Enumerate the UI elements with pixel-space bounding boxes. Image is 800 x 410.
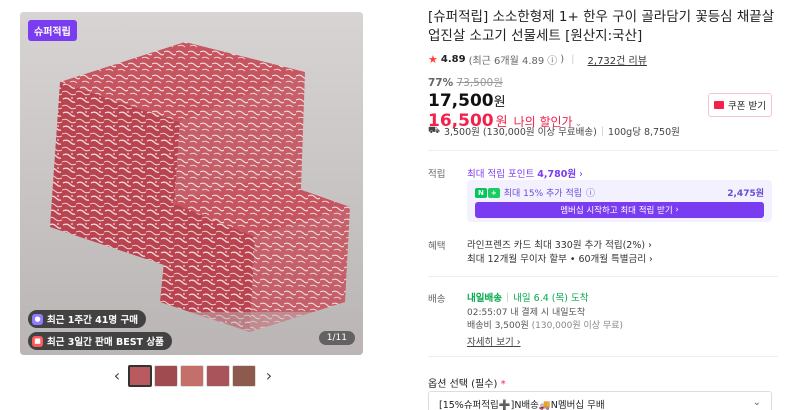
user-icon: ●: [32, 313, 43, 325]
plus-text: 최대 15% 추가 적립: [503, 189, 583, 199]
installment-benefit-link[interactable]: 최대 12개월 무이자 할부 • 60개월 특별금리 ›: [467, 251, 653, 265]
divider: [428, 356, 778, 357]
info-icon[interactable]: ⓘ: [586, 186, 595, 199]
divider: |: [571, 54, 575, 65]
points-label: 적립: [428, 169, 446, 180]
thumbnail-4[interactable]: [206, 365, 230, 387]
product-main-image[interactable]: 슈퍼적립 ● 최근 1주간 41명 구매 ■ 최근 3일간 판매 BEST 상품…: [20, 12, 363, 355]
delivery-date: 내일 6.4 (목) 도착: [513, 293, 589, 304]
benefits-label: 혜택: [428, 241, 446, 252]
delivery-cutoff: 02:55:07 내 결제 시 내일도착: [467, 308, 586, 318]
coupon-icon: [714, 101, 724, 109]
coupon-button[interactable]: 쿠폰 받기: [708, 93, 772, 117]
rating-score: 4.89: [440, 54, 466, 65]
delivery-label: 배송: [428, 294, 446, 305]
best-seller-pill: ■ 최근 3일간 판매 BEST 상품: [28, 332, 172, 350]
naver-plus-logo: N: [475, 187, 487, 198]
original-price: 73,500원: [456, 77, 503, 89]
delivery-fee: 배송비 3,500원 (130,000원 이상 무료): [467, 321, 623, 331]
chevron-left-icon[interactable]: ‹: [110, 366, 124, 385]
image-counter: 1/11: [318, 331, 355, 345]
plus-amount: 2,475원: [727, 189, 764, 199]
thumbnail-5[interactable]: [232, 365, 256, 387]
option-selected: [15%슈퍼적립➕]N배송🚚N멤버십 무배: [439, 400, 605, 410]
chevron-down-icon: ⌄: [752, 397, 761, 408]
thumbnail-strip: [128, 365, 256, 387]
chevron-right-icon[interactable]: ›: [262, 366, 276, 385]
divider: [428, 150, 778, 151]
thumbnail-3[interactable]: [180, 365, 204, 387]
discount-percent: 77%: [428, 77, 454, 89]
product-title: [슈퍼적립] 소소한형제 1+ 한우 구이 골라담기 꽃등심 채끝살 업진살 소…: [428, 9, 775, 44]
gift-icon: ■: [32, 335, 43, 347]
required-mark: *: [500, 379, 506, 390]
shipping-info: ⛟ 3,500원 (130,000원 이상 무료배송) | 100g당 8,75…: [428, 125, 680, 138]
delivery-row: 내일배송 | 내일 6.4 (목) 도착: [467, 291, 589, 305]
discount-row: 77% 73,500원: [428, 75, 788, 90]
unit-price: 100g당 8,750원: [608, 127, 680, 138]
thumbnail-2[interactable]: [154, 365, 178, 387]
truck-icon: ⛟: [428, 125, 440, 136]
beef-photo: [20, 12, 363, 355]
membership-box: N + 최대 15% 추가 적립 ⓘ 2,475원 멤버십 시작하고 최대 적립…: [467, 180, 772, 222]
option-label: 옵션 선택 (필수) *: [428, 379, 506, 390]
review-link[interactable]: 2,732건 리뷰: [588, 52, 647, 67]
divider: [428, 276, 778, 277]
card-benefit-link[interactable]: 라인프렌즈 카드 최대 330원 추가 적립(2%) ›: [467, 237, 652, 251]
info-icon[interactable]: ⓘ: [547, 52, 557, 67]
recent-purchase-pill: ● 최근 1주간 41명 구매: [28, 310, 146, 328]
super-points-badge: 슈퍼적립: [28, 20, 77, 41]
star-icon: ★: [428, 53, 438, 66]
tomorrow-delivery-tag: 내일배송: [467, 293, 502, 304]
rating-row: ★ 4.89 (최근 6개월 4.89 ⓘ) | 2,732건 리뷰: [428, 52, 647, 67]
membership-start-button[interactable]: 멤버십 시작하고 최대 적립 받기 ›: [475, 202, 764, 218]
max-point-link[interactable]: 최대 적립 포인트 4,780원 ›: [467, 166, 583, 180]
plus-badge: +: [487, 187, 500, 198]
option-select[interactable]: [15%슈퍼적립➕]N배송🚚N멤버십 무배 ⌄: [428, 391, 772, 410]
thumbnail-1[interactable]: [128, 365, 152, 387]
delivery-detail-link[interactable]: 자세히 보기 ›: [467, 334, 521, 348]
rating-detail: (최근 6개월 4.89: [468, 56, 545, 67]
